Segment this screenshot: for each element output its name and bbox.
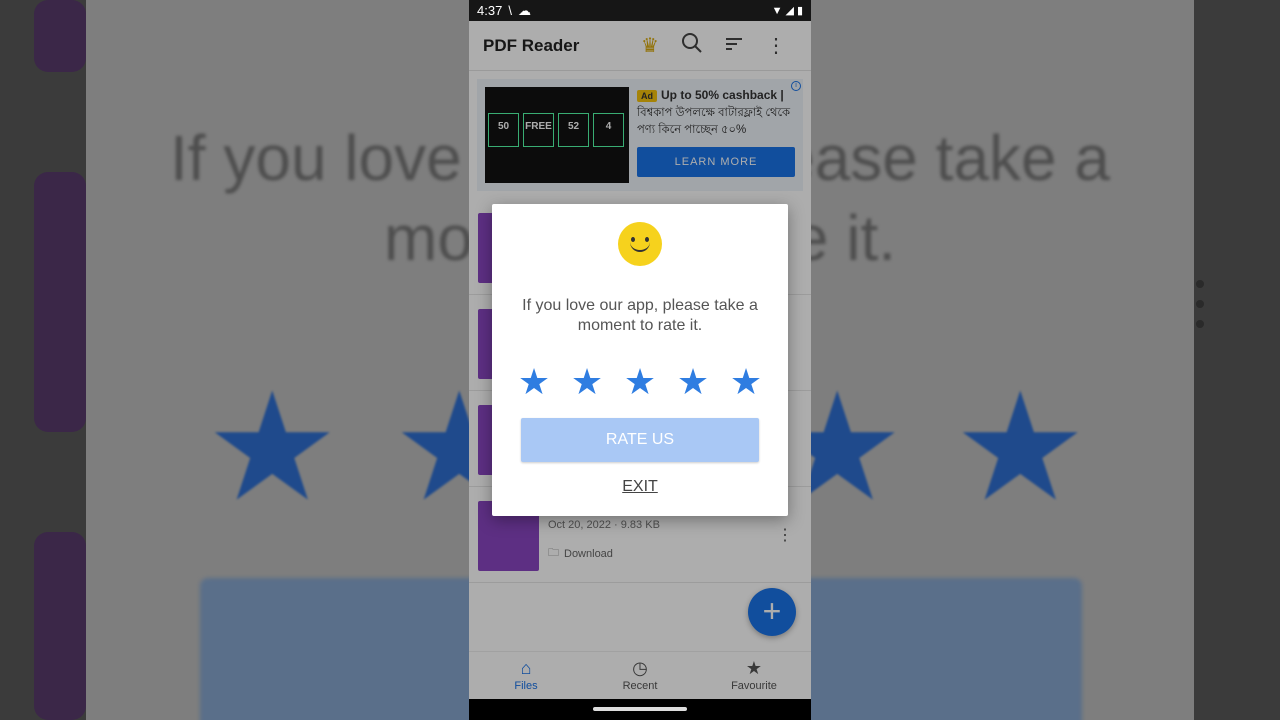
home-gesture-pill[interactable] bbox=[593, 707, 687, 711]
battery-icon: ▮ bbox=[796, 5, 803, 17]
cloud-icon: ☁ bbox=[517, 2, 531, 18]
backdrop-edge-right bbox=[1194, 0, 1280, 720]
star-rating: ★ ★ ★ ★ ★ bbox=[515, 363, 765, 401]
rating-star-1-icon[interactable]: ★ bbox=[515, 363, 553, 401]
backdrop-star-icon: ★ bbox=[953, 363, 1088, 531]
smiley-icon bbox=[618, 222, 662, 266]
rating-star-2-icon[interactable]: ★ bbox=[568, 363, 606, 401]
signal-icon: ◢ bbox=[785, 5, 794, 17]
backdrop-thumb bbox=[34, 532, 86, 720]
backdrop-dot bbox=[1196, 300, 1204, 308]
backdrop-star-icon: ★ bbox=[205, 363, 340, 531]
exit-button[interactable]: EXIT bbox=[610, 478, 670, 496]
rate-us-button[interactable]: RATE US bbox=[521, 418, 759, 462]
wifi-icon: ▼ bbox=[771, 4, 783, 17]
slash-icon: \ bbox=[508, 3, 512, 18]
rate-dialog: If you love our app, please take a momen… bbox=[492, 204, 788, 516]
status-bar: 4:37 \ ☁ ▼ ◢ ▮ bbox=[469, 0, 811, 21]
backdrop-dot bbox=[1196, 320, 1204, 328]
system-home-bar bbox=[469, 699, 811, 720]
rating-star-3-icon[interactable]: ★ bbox=[621, 363, 659, 401]
rating-star-4-icon[interactable]: ★ bbox=[674, 363, 712, 401]
rating-star-5-icon[interactable]: ★ bbox=[727, 363, 765, 401]
backdrop-dot bbox=[1196, 280, 1204, 288]
dialog-message: If you love our app, please take a momen… bbox=[522, 297, 758, 334]
backdrop-thumb bbox=[34, 0, 86, 72]
status-time: 4:37 bbox=[477, 3, 503, 18]
